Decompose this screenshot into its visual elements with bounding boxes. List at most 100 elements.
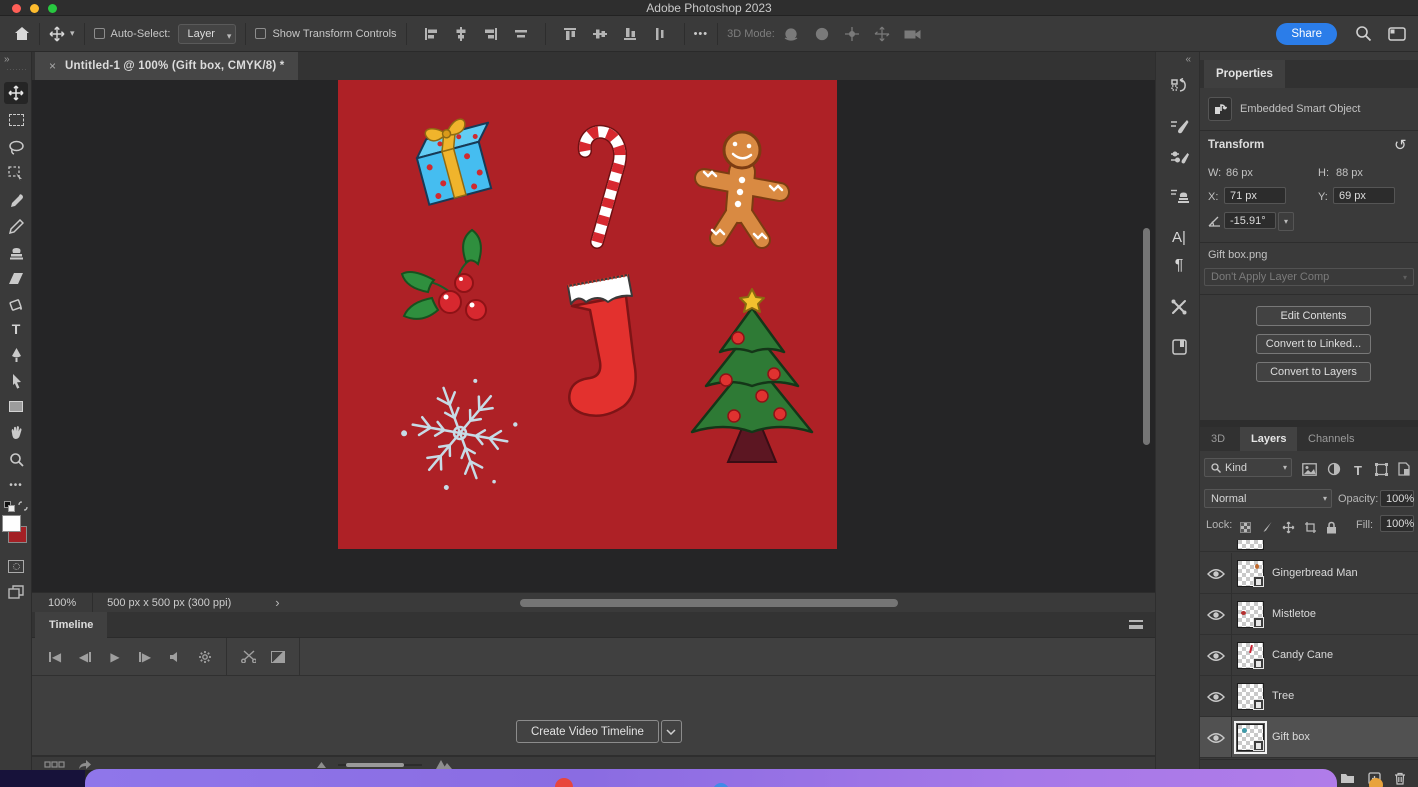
convert-to-linked-button[interactable]: Convert to Linked...	[1256, 334, 1371, 354]
object-selection-tool[interactable]	[4, 162, 28, 184]
new-group-icon[interactable]	[1336, 765, 1358, 787]
character-panel-icon[interactable]: A|	[1167, 225, 1191, 249]
blend-mode-select[interactable]: Normal ▾	[1204, 489, 1332, 508]
align-top-edges-icon[interactable]	[562, 26, 578, 42]
dock-app-icon-blue[interactable]	[713, 783, 729, 787]
visibility-toggle[interactable]	[1200, 553, 1232, 594]
history-panel-icon[interactable]	[1167, 75, 1191, 99]
lasso-tool[interactable]	[4, 136, 28, 158]
zoom-level[interactable]: 100%	[32, 597, 92, 609]
lock-position-icon[interactable]	[1277, 514, 1299, 540]
move-tool[interactable]	[4, 82, 28, 104]
rotation-angle-input[interactable]	[1224, 212, 1276, 229]
transition-button[interactable]	[263, 651, 293, 663]
layer-row-gingerbread-man[interactable]: Gingerbread Man	[1200, 553, 1418, 594]
layer-row-partial[interactable]	[1200, 540, 1418, 552]
expand-toolbar-icon[interactable]: »	[4, 54, 10, 65]
visibility-toggle[interactable]	[1200, 594, 1232, 635]
close-tab-icon[interactable]: ×	[49, 59, 56, 73]
pen-tool[interactable]	[4, 344, 28, 366]
eyedropper-tool[interactable]	[4, 189, 28, 211]
more-align-options[interactable]: •••	[694, 28, 709, 40]
y-input[interactable]	[1333, 187, 1395, 204]
canvas[interactable]	[338, 80, 837, 549]
path-selection-tool[interactable]	[4, 370, 28, 392]
align-horizontal-centers-icon[interactable]	[453, 26, 469, 42]
align-vertical-centers-icon[interactable]	[592, 26, 608, 42]
x-input[interactable]	[1224, 187, 1286, 204]
share-button[interactable]: Share	[1276, 23, 1337, 45]
thumbnail-zoom-slider[interactable]	[338, 764, 422, 766]
3d-tab[interactable]: 3D	[1200, 427, 1236, 451]
collapse-panels-icon[interactable]: «	[1185, 54, 1191, 65]
macos-dock[interactable]	[85, 769, 1337, 787]
auto-select-target-select[interactable]: Layer▾	[178, 24, 236, 44]
lock-image-pixels-icon[interactable]	[1256, 514, 1278, 540]
first-frame-button[interactable]: ◀	[40, 650, 70, 664]
document-tab[interactable]: × Untitled-1 @ 100% (Gift box, CMYK/8) *	[35, 52, 298, 80]
properties-tab[interactable]: Properties	[1204, 60, 1285, 88]
channels-tab[interactable]: Channels	[1297, 427, 1365, 451]
layer-row-tree[interactable]: Tree	[1200, 676, 1418, 717]
lock-artboards-icon[interactable]	[1299, 514, 1321, 540]
vertical-scrollbar[interactable]	[1143, 228, 1150, 445]
brush-settings-panel-icon[interactable]	[1167, 145, 1191, 169]
distribute-vertical-icon[interactable]	[652, 26, 668, 42]
home-icon[interactable]	[14, 26, 30, 41]
create-video-timeline-button[interactable]: Create Video Timeline	[516, 720, 659, 743]
visibility-toggle[interactable]	[1200, 676, 1232, 717]
foreground-color-swatch[interactable]	[2, 515, 21, 532]
render-export-icon[interactable]	[78, 759, 92, 770]
layer-filter-kind-select[interactable]: Kind ▾	[1204, 458, 1292, 477]
reset-transform-icon[interactable]: ↻	[1394, 136, 1407, 154]
clone-source-panel-icon[interactable]	[1167, 184, 1191, 208]
play-button[interactable]: ▶	[100, 650, 130, 664]
tool-presets-panel-icon[interactable]	[1167, 295, 1191, 319]
eraser-tool[interactable]	[4, 267, 28, 289]
visibility-toggle[interactable]	[1200, 635, 1232, 676]
filter-pixel-layers-icon[interactable]	[1298, 456, 1320, 482]
next-frame-button[interactable]: ▶	[130, 650, 160, 664]
horizontal-scrollbar[interactable]	[520, 599, 898, 607]
filter-adjustment-layers-icon[interactable]	[1323, 456, 1345, 482]
mute-audio-button[interactable]	[160, 651, 190, 663]
lock-all-icon[interactable]	[1320, 514, 1342, 540]
rectangle-tool[interactable]	[4, 395, 28, 417]
zoom-out-thumbnails-icon[interactable]	[317, 762, 326, 768]
layer-thumbnail[interactable]	[1237, 560, 1264, 587]
layers-tab[interactable]: Layers	[1240, 427, 1297, 451]
type-tool[interactable]: T	[4, 318, 28, 340]
dock-app-icon-yellow[interactable]	[1369, 778, 1383, 787]
hand-tool[interactable]	[4, 421, 28, 443]
tool-preset-chevron-icon[interactable]: ▾	[70, 28, 75, 39]
clone-stamp-tool[interactable]	[4, 241, 28, 263]
filter-shape-layers-icon[interactable]	[1370, 456, 1392, 482]
workspace-switcher-icon[interactable]	[1388, 27, 1406, 41]
rectangular-marquee-tool[interactable]	[4, 109, 28, 131]
align-right-edges-icon[interactable]	[483, 26, 499, 42]
layer-thumbnail[interactable]	[1237, 601, 1264, 628]
layer-row-candy-cane[interactable]: Candy Cane	[1200, 635, 1418, 676]
status-chevron-icon[interactable]: ›	[275, 595, 279, 610]
angle-dropdown-icon[interactable]: ▾	[1278, 212, 1294, 231]
convert-to-layers-button[interactable]: Convert to Layers	[1256, 362, 1371, 382]
libraries-panel-icon[interactable]	[1167, 335, 1191, 359]
panel-menu-icon[interactable]	[1129, 620, 1143, 629]
opacity-value[interactable]: 100%	[1380, 490, 1414, 507]
layer-thumbnail[interactable]	[1237, 642, 1264, 669]
filter-smart-objects-icon[interactable]	[1393, 456, 1415, 482]
show-transform-controls-checkbox[interactable]	[255, 28, 266, 39]
create-video-timeline-dropdown[interactable]	[661, 720, 682, 743]
paint-bucket-tool[interactable]	[4, 293, 28, 315]
layer-thumbnail[interactable]	[1237, 724, 1264, 751]
align-bottom-edges-icon[interactable]	[622, 26, 638, 42]
frame-view-icon[interactable]	[44, 761, 66, 768]
lock-transparent-pixels-icon[interactable]	[1234, 514, 1256, 540]
split-at-playhead-button[interactable]	[233, 650, 263, 663]
visibility-toggle[interactable]	[1200, 717, 1232, 758]
timeline-tab[interactable]: Timeline	[35, 612, 107, 638]
layer-thumbnail[interactable]	[1237, 683, 1264, 710]
zoom-tool[interactable]	[4, 448, 28, 470]
move-tool-icon[interactable]	[49, 26, 65, 42]
fill-value[interactable]: 100%	[1380, 515, 1414, 532]
